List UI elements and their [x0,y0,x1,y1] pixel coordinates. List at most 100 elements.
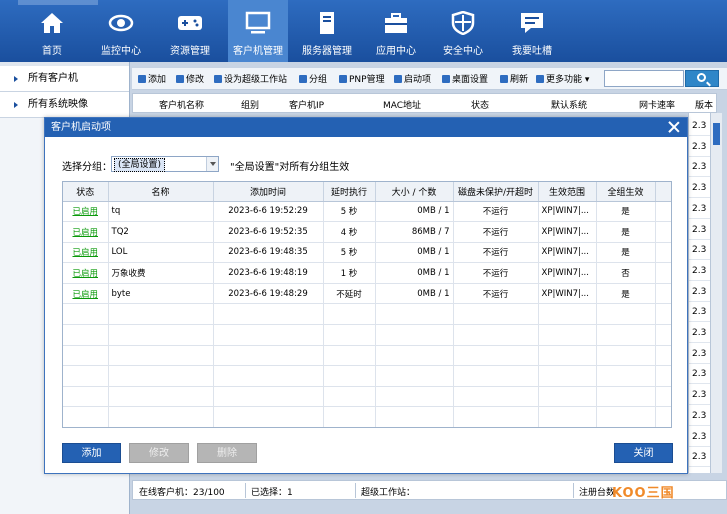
empty-cell [63,345,109,367]
toolbar-startup-button[interactable]: 启动项 [394,72,431,85]
scrollbar-thumb[interactable] [713,123,720,145]
shield-icon [451,11,475,35]
search-input[interactable] [604,70,684,87]
nav-item-server-management[interactable]: 服务器管理 [296,0,358,62]
empty-cell [655,386,671,408]
toolbar-label: 设为超级工作站 [224,75,288,85]
delay-cell: 5 秒 [323,201,376,223]
empty-cell [596,324,656,346]
all-groups-cell: 是 [596,201,656,223]
column-header[interactable]: 大小 / 个数 [375,182,454,202]
nav-item-client-management[interactable]: 客户机管理 [228,0,288,62]
chevron-down-icon[interactable] [206,157,218,171]
table-row[interactable]: 已启用 tq 2023-6-6 19:52:29 5 秒 0MB / 1 不运行 XP|WI… [63,201,671,223]
empty-cell [63,303,109,326]
empty-cell [538,324,597,346]
toolbar-edit-button[interactable]: 修改 [176,72,204,85]
nav-label: 应用中心 [376,46,416,57]
eye-icon [108,14,134,32]
toolbar-refresh-button[interactable]: 刷新 [500,72,528,85]
toolbar-super-workstation-button[interactable]: 设为超级工作站 [214,72,287,85]
toolbar-more-button[interactable]: 更多功能 ▾ [536,72,589,85]
nav-item-app-center[interactable]: 应用中心 [365,0,427,62]
version-cell: 2.3 [689,364,711,385]
client-toolbar: 添加 修改 设为超级工作站 分组 PNP管理 启动项 桌面设置 刷新 更多功能 … [132,68,727,90]
column-header[interactable]: 状态 [63,182,109,202]
status-link[interactable]: 已启用 [72,248,98,258]
column-header[interactable]: MAC地址 [383,98,421,111]
delay-cell: 4 秒 [323,221,376,243]
scope-cell: XP|WIN7|... [538,262,597,284]
startup-items-table: 状态 名称 添加时间 延时执行 大小 / 个数 磁盘未保护/开超时 生效范围 全… [62,181,672,428]
column-header[interactable]: 组别 [241,98,259,111]
nav-item-resource-management[interactable]: 资源管理 [159,0,221,62]
size-separator: / [435,247,445,258]
column-header[interactable]: 名称 [108,182,214,202]
added-time-cell: 2023-6-6 19:48:29 [213,283,324,305]
group-note: "全局设置"对所有分组生效 [230,162,350,173]
nav-item-monitor-center[interactable]: 监控中心 [90,0,152,62]
group-select[interactable]: (全局设置) [111,156,219,172]
toolbar-group-button[interactable]: 分组 [299,72,327,85]
status-cell: 已启用 [63,283,109,305]
column-header[interactable]: 网卡速率 [639,98,675,111]
empty-cell [213,406,324,427]
status-link[interactable]: 已启用 [72,290,98,300]
selected-count: 已选择：1 [251,488,293,498]
all-groups-cell: 是 [596,242,656,264]
vertical-scrollbar[interactable] [710,113,722,473]
edit-button[interactable]: 修改 [129,443,189,463]
status-link[interactable]: 已启用 [72,228,98,238]
column-header[interactable]: 版本 [695,98,713,111]
name-cell: byte [108,283,214,305]
close-button[interactable]: 关闭 [614,443,673,463]
column-header[interactable]: 添加时间 [213,182,324,202]
version-cell: 2.3 [689,137,711,157]
table-row[interactable]: 已启用 LOL 2023-6-6 19:48:35 5 秒 0MB / 1 不运行 XP|W… [63,242,671,264]
column-header[interactable]: 生效范围 [538,182,597,202]
status-link[interactable]: 已启用 [72,207,98,217]
toolbar-desktop-settings-button[interactable]: 桌面设置 [442,72,488,85]
table-row[interactable]: 已启用 byte 2023-6-6 19:48:29 不延时 0MB / 1 不运行 XP|… [63,283,671,305]
toolbar-add-button[interactable]: 添加 [138,72,166,85]
empty-cell [323,406,376,427]
column-header[interactable]: 状态 [471,98,489,111]
separator [355,483,356,498]
version-cell: 2.3 [689,178,711,199]
nav-item-home[interactable]: 首页 [21,0,83,62]
sidebar-item-all-clients[interactable]: 所有客户机 [0,66,129,92]
column-header[interactable]: 全组生效 [596,182,656,202]
empty-cell [655,365,671,387]
column-header[interactable]: 默认系统 [551,98,587,111]
empty-cell [596,406,656,427]
delete-button[interactable]: 删除 [197,443,257,463]
nav-label: 监控中心 [101,46,141,57]
empty-cell [323,324,376,346]
size-value: 0MB [417,206,436,217]
toolbar-pnp-button[interactable]: PNP管理 [339,72,385,85]
column-header-spacer [655,182,671,202]
arrow-right-icon [14,76,18,82]
column-header[interactable]: 客户机IP [289,98,324,111]
dialog-title: 客户机启动项 [51,122,111,133]
column-header[interactable]: 磁盘未保护/开超时 [453,182,539,202]
all-groups-cell: 否 [596,262,656,284]
register-count: 注册台数 [579,488,616,498]
nav-item-feedback[interactable]: 我要吐槽 [501,0,563,62]
add-button[interactable]: 添加 [62,443,121,463]
nav-label: 我要吐槽 [512,46,552,57]
sidebar-item-all-system-images[interactable]: 所有系统映像 [0,92,129,118]
empty-cell [108,324,214,346]
column-header[interactable]: 延时执行 [323,182,376,202]
search-button[interactable] [685,70,719,87]
nav-item-security-center[interactable]: 安全中心 [432,0,494,62]
name-cell: LOL [108,242,214,264]
empty-cell [108,303,214,326]
table-row[interactable]: 已启用 万象收费 2023-6-6 19:48:19 1 秒 0MB / 1 不运行 XP|… [63,262,671,284]
close-icon[interactable] [667,120,681,134]
empty-cell [63,324,109,346]
table-row[interactable]: 已启用 TQ2 2023-6-6 19:52:35 4 秒 86MB / 7 不运行 XP|… [63,221,671,243]
column-header[interactable]: 客户机名称 [159,98,204,111]
empty-row [63,303,671,326]
status-link[interactable]: 已启用 [72,269,98,279]
